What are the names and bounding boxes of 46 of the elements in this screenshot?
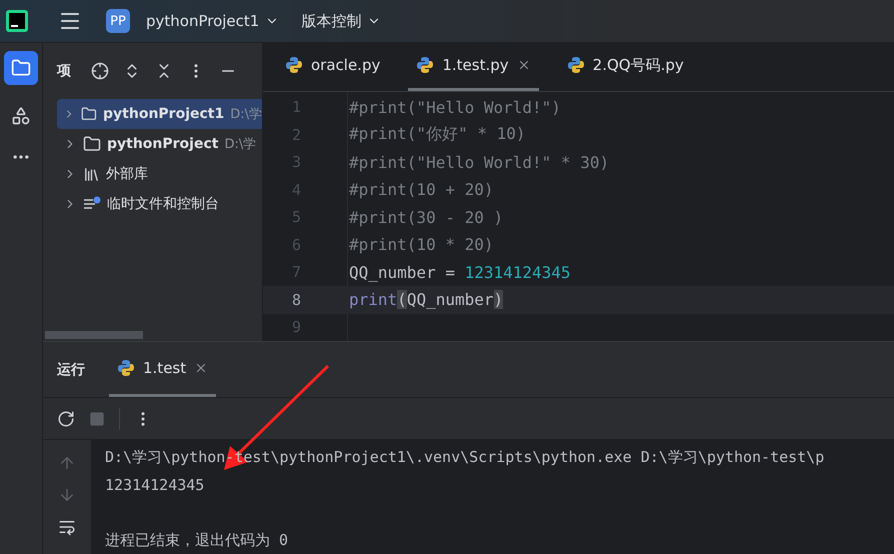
folder-icon[interactable] — [11, 58, 31, 78]
run-tab[interactable]: 1.test — [109, 342, 216, 397]
code-line: #print("Hello World!" * 30) — [348, 152, 610, 172]
project-badge: PP — [106, 9, 130, 33]
tree-item-path: D:\学 — [230, 106, 262, 123]
locate-icon[interactable] — [91, 62, 109, 80]
code-line: print(QQ_number) — [348, 290, 504, 310]
tree-item[interactable]: pythonProject D:\学 — [57, 129, 262, 159]
soft-wrap-icon[interactable] — [58, 518, 76, 536]
tree-item-name: pythonProject1 — [103, 106, 224, 122]
tree-item-name: pythonProject — [107, 136, 218, 152]
vcs-dropdown[interactable]: 版本控制 — [295, 8, 388, 34]
folder-icon — [83, 135, 101, 153]
project-dropdown[interactable]: pythonProject1 — [140, 8, 286, 34]
console-output-line: 进程已结束，退出代码为 0 — [105, 530, 290, 551]
tree-item[interactable]: 临时文件和控制台 — [57, 189, 262, 219]
app-logo-icon[interactable] — [6, 10, 28, 32]
scratch-file-icon — [83, 196, 101, 212]
tree-item[interactable]: 外部库 — [57, 159, 262, 189]
python-icon — [117, 359, 135, 377]
scrollbar-thumb[interactable] — [45, 331, 143, 339]
editor-tab[interactable]: 2.QQ号码.py — [558, 43, 692, 90]
code-line: #print(30 - 20 ) — [348, 208, 504, 227]
editor-tab[interactable]: oracle.py — [277, 43, 388, 90]
code-line: #print(10 + 20) — [348, 180, 494, 200]
panel-title: 项 — [57, 62, 71, 80]
python-icon — [285, 56, 303, 74]
code-line: #print("Hello World!") — [348, 98, 561, 117]
rerun-icon[interactable] — [57, 410, 75, 428]
shapes-icon[interactable] — [11, 106, 31, 126]
tree-item-name: 外部库 — [106, 165, 148, 183]
python-icon — [566, 56, 585, 74]
library-icon — [83, 166, 100, 182]
run-panel-title: 运行 — [57, 360, 85, 378]
console-output-line: 12314124345 — [105, 475, 206, 496]
python-icon — [416, 56, 434, 74]
code-line: #print("你好" * 10) — [348, 124, 526, 146]
code-line: QQ_number = 12314124345 — [348, 262, 571, 282]
editor-tab[interactable]: 1.test.py — [408, 43, 539, 90]
project-tool-button[interactable] — [4, 51, 38, 85]
code-line: #print(10 * 20) — [348, 235, 494, 254]
folder-icon — [81, 105, 98, 123]
tree-item-name: 临时文件和控制台 — [107, 195, 219, 213]
line-number: 8 — [290, 290, 301, 309]
tree-item-path: D:\学 — [224, 136, 256, 153]
tree-item[interactable]: pythonProject1 D:\学 — [57, 99, 262, 129]
